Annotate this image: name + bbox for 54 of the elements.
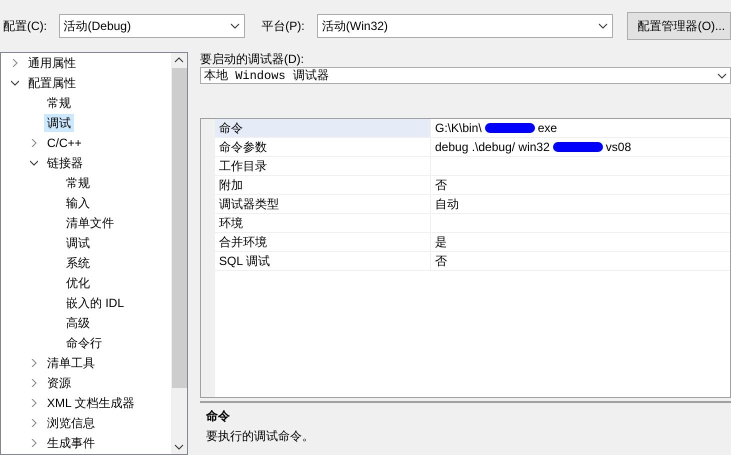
scrollbar[interactable] xyxy=(171,53,187,454)
debugger-dropdown[interactable]: 本地 Windows 调试器 xyxy=(200,67,731,84)
chevron-down-icon[interactable] xyxy=(30,159,38,167)
tree-item[interactable]: 嵌入的 IDL xyxy=(63,294,128,312)
tree-item[interactable]: C/C++ xyxy=(44,134,85,152)
tree-item[interactable]: 生成事件 xyxy=(44,434,98,452)
tree-item[interactable]: 链接器 xyxy=(44,154,86,172)
property-value[interactable]: 否 xyxy=(431,176,730,194)
property-value[interactable]: debug .\debug/ win32 vs08 xyxy=(431,138,730,156)
tree-item[interactable]: 高级 xyxy=(63,314,93,332)
tree-item[interactable]: 常规 xyxy=(63,174,93,192)
property-name[interactable]: 命令 xyxy=(215,119,431,137)
debugger-label: 要启动的调试器(D): xyxy=(200,52,305,67)
chevron-right-icon[interactable] xyxy=(30,419,38,427)
chevron-down-icon xyxy=(717,72,727,78)
property-value[interactable]: G:\K\bin\ exe xyxy=(431,119,730,137)
chevron-down-icon xyxy=(230,23,240,29)
chevron-right-icon[interactable] xyxy=(30,439,38,447)
tree-item[interactable]: 输入 xyxy=(63,194,93,212)
chevron-right-icon[interactable] xyxy=(30,379,38,387)
chevron-right-icon[interactable] xyxy=(11,59,19,67)
platform-dropdown[interactable]: 活动(Win32) xyxy=(316,14,613,38)
tree-item[interactable]: 浏览信息 xyxy=(44,414,98,432)
tree-item[interactable]: 通用属性 xyxy=(25,54,79,72)
chevron-down-icon xyxy=(598,23,608,29)
property-value[interactable]: 自动 xyxy=(431,195,730,213)
tree-item[interactable]: 调试 xyxy=(44,114,74,132)
tree-item[interactable]: 清单工具 xyxy=(44,354,98,372)
tree-item[interactable]: 资源 xyxy=(44,374,74,392)
chevron-right-icon[interactable] xyxy=(30,359,38,367)
tree-item[interactable]: 命令行 xyxy=(63,334,105,352)
chevron-right-icon[interactable] xyxy=(30,139,38,147)
scrollbar-thumb[interactable] xyxy=(172,68,186,388)
description-text: 要执行的调试命令。 xyxy=(206,428,315,445)
tree-item[interactable]: 系统 xyxy=(63,254,93,272)
chevron-up-icon[interactable] xyxy=(174,57,184,63)
tree-item[interactable]: 优化 xyxy=(63,274,93,292)
property-value[interactable]: 是 xyxy=(431,233,730,251)
tree-item[interactable]: 调试 xyxy=(63,234,93,252)
tree-item[interactable]: XML 文档生成器 xyxy=(44,394,138,412)
tree-item[interactable]: 清单文件 xyxy=(63,214,117,232)
tree-item[interactable]: 常规 xyxy=(44,94,74,112)
config-dropdown[interactable]: 活动(Debug) xyxy=(58,14,246,38)
chevron-right-icon[interactable] xyxy=(30,399,38,407)
tree-item[interactable]: 配置属性 xyxy=(25,74,79,92)
chevron-down-icon[interactable] xyxy=(11,79,19,87)
redaction-mark xyxy=(552,142,603,152)
platform-label: 平台(P): xyxy=(261,18,306,35)
chevron-down-icon[interactable] xyxy=(174,444,184,450)
property-value[interactable]: 否 xyxy=(431,252,730,270)
redaction-mark xyxy=(484,123,535,133)
config-label: 配置(C): xyxy=(3,18,48,35)
config-manager-button[interactable]: 配置管理器(O)... xyxy=(626,12,731,40)
description-title: 命令 xyxy=(206,408,231,425)
